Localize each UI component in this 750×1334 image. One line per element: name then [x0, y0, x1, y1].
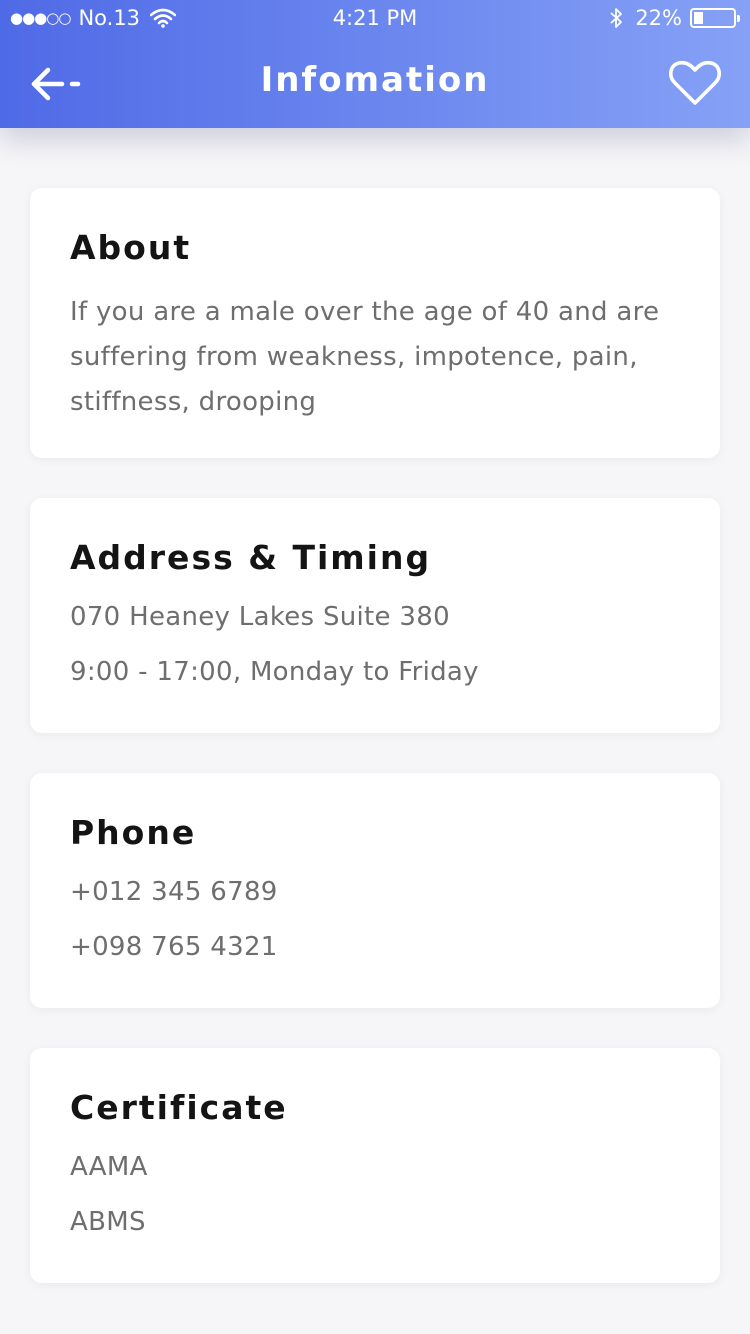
- phone-number[interactable]: +098 765 4321: [70, 920, 680, 975]
- navigation-bar: Infomation: [0, 40, 750, 128]
- wifi-icon: [149, 8, 177, 28]
- about-text: If you are a male over the age of 40 and…: [70, 297, 660, 417]
- address-timing-card: Address & Timing 070 Heaney Lakes Suite …: [30, 498, 720, 733]
- status-bar: ●●●○○ No.13 4:21 PM 22%: [0, 0, 750, 40]
- heart-icon: [669, 60, 721, 105]
- battery-level: [694, 12, 703, 24]
- status-left: ●●●○○ No.13: [10, 6, 177, 30]
- about-title: About: [70, 228, 192, 267]
- signal-strength-icon: ●●●○○: [10, 9, 71, 27]
- certificate-card: Certificate AAMA ABMS: [30, 1048, 720, 1283]
- phone-title: Phone: [70, 813, 197, 852]
- certificate-item: ABMS: [70, 1207, 146, 1237]
- carrier-name: No.13: [78, 6, 141, 30]
- favorite-button[interactable]: [668, 58, 722, 108]
- phone-number[interactable]: +012 345 6789: [70, 865, 680, 920]
- back-arrow-icon: [31, 67, 81, 101]
- back-button[interactable]: [26, 60, 86, 108]
- timing-line: 9:00 - 17:00, Monday to Friday: [70, 657, 479, 687]
- page-title: Infomation: [260, 60, 490, 100]
- address-timing-title: Address & Timing: [70, 538, 432, 577]
- bluetooth-icon: [609, 7, 623, 29]
- address-line: 070 Heaney Lakes Suite 380: [70, 602, 450, 632]
- certificate-title: Certificate: [70, 1088, 288, 1127]
- app-header: ●●●○○ No.13 4:21 PM 22% Infomation: [0, 0, 750, 128]
- battery-percentage: 22%: [635, 6, 682, 30]
- about-card: About If you are a male over the age of …: [30, 188, 720, 458]
- phone-card: Phone +012 345 6789 +098 765 4321: [30, 773, 720, 1008]
- certificate-item: AAMA: [70, 1152, 148, 1182]
- battery-icon: [690, 8, 740, 28]
- status-right: 22%: [609, 6, 740, 30]
